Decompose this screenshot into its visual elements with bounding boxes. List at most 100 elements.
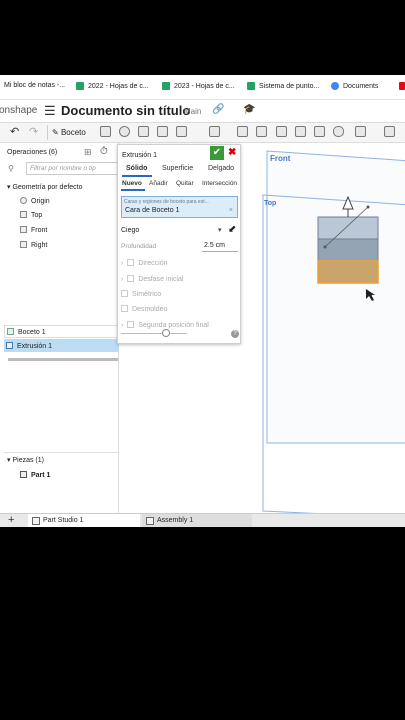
depth-field[interactable]: 2.5 cm [204,242,225,249]
boolean-tool-icon[interactable] [355,126,366,137]
document-tabs-bar: + Part Studio 1 Assembly 1 [0,513,405,527]
graphics-viewport[interactable]: Front Top 1 [241,143,405,519]
chevron-down-icon[interactable]: ▾ [218,226,222,234]
cursor-index: 1 [370,294,374,300]
right-plane-label: Right [31,242,48,249]
front-plane-node[interactable]: Front [20,226,47,234]
tab-surface[interactable]: Superficie [162,165,193,172]
front-plane-shape [266,150,405,444]
link-icon[interactable]: 🔗 [212,104,224,115]
loft-tool-icon[interactable] [157,126,168,137]
bookmark-documents[interactable]: Documents [331,82,378,90]
menu-icon[interactable]: ☰ [44,104,56,117]
op-intersect[interactable]: Intersección [202,180,237,187]
add-tab-button[interactable]: + [8,514,14,527]
tab-thin[interactable]: Delgado [208,165,234,172]
pattern-tool-icon[interactable] [314,126,325,137]
default-geometry-node[interactable]: ▾ Geometría por defecto [7,183,83,191]
shell-tool-icon[interactable] [176,126,187,137]
bookmark-netflix[interactable] [399,82,405,90]
sketch-button-label: Boceto [60,128,86,137]
extrude-feature-node: Extrusión 1 [6,342,52,350]
flip-direction-icon[interactable]: ⬋ [228,224,236,235]
top-plane-node[interactable]: Top [20,211,42,219]
split-tool-icon[interactable] [384,126,395,137]
option-second-end[interactable]: › Segunda posición final [121,321,209,329]
selection-hint: Caras y regiones de boceto para ext... [124,199,209,205]
sweep-tool-icon[interactable] [138,126,149,137]
front-plane-label: Front [31,227,48,234]
option-symmetric[interactable]: Simétrico [121,290,161,298]
plane-icon [20,211,27,218]
extrude-feature-row[interactable]: Extrusión 1 [4,339,119,352]
add-folder-icon[interactable]: ⊞ [84,147,92,158]
plane-tool-icon[interactable] [276,126,287,137]
chamfer-tool-icon[interactable] [209,126,220,137]
depth-field-underline [202,251,238,252]
cylinder-tool-icon[interactable] [333,126,344,137]
fillet-tool-icon[interactable] [100,126,111,137]
rollback-timer-icon[interactable]: ⏱ [100,146,108,157]
sketch-feature-label: Boceto 1 [18,329,46,336]
part-studio-icon [32,517,40,525]
op-new-underline [121,189,145,191]
cancel-button[interactable]: ✖ [228,146,236,160]
tab-part-studio[interactable]: Part Studio 1 [28,514,140,527]
redo-icon[interactable]: ↷ [29,125,38,138]
depth-label: Profundidad [121,243,157,250]
sketch-feature-row[interactable]: Boceto 1 [4,325,119,338]
draft-tool-icon[interactable] [237,126,248,137]
origin-label: Origin [31,198,50,205]
preview-slider-knob[interactable] [162,329,170,337]
bookmark-notes[interactable]: Mi bloc de notas -... [4,82,65,89]
origin-node[interactable]: Origin [20,197,50,205]
remove-selection-icon[interactable]: × [229,207,233,214]
option-draft[interactable]: Desmoldeo [121,305,167,313]
tab-solid[interactable]: Sólido [126,165,147,172]
features-header: Operaciones (6) [7,149,58,156]
sketch-button[interactable]: ✎ Boceto [47,125,90,140]
manipulator-point [323,245,327,249]
rib-tool-icon[interactable] [256,126,267,137]
onshape-logo[interactable]: onshape [0,105,37,116]
tab-assembly[interactable]: Assembly 1 [142,514,252,527]
help-icon[interactable]: ? [231,330,239,338]
sheets-icon [76,82,84,90]
parts-header[interactable]: ▾ Piezas (1) [7,456,44,464]
tab-assembly-label: Assembly 1 [157,517,194,524]
option-start-offset[interactable]: › Desfase inicial [121,275,183,283]
bookmark-sistema[interactable]: Sistema de punto... [247,82,319,90]
top-plane-label: Top [264,200,277,207]
undo-icon[interactable]: ↶ [10,125,19,138]
sketch-face-selected [317,260,379,284]
preview-slider-track [121,333,187,334]
tab-part-studio-label: Part Studio 1 [43,517,84,524]
option-direction[interactable]: › Dirección [121,259,168,267]
rollback-bar[interactable] [8,358,118,361]
bookmarks-bar: Mi bloc de notas -... 2022 - Hojas de c.… [0,75,405,100]
mirror-tool-icon[interactable] [295,126,306,137]
ok-button[interactable]: ✔ [210,146,224,160]
branch-label[interactable]: Main [184,107,201,116]
op-remove[interactable]: Quitar [176,180,194,187]
filter-input[interactable]: Filtrar por nombre o tip [26,162,119,175]
document-title[interactable]: Documento sin título [61,103,190,118]
default-geometry-label: Geometría por defecto [12,184,83,191]
features-panel: Operaciones (6) ⊞ ⏱ ⚲ Filtrar por nombre… [4,143,119,513]
bookmark-sheets-2022[interactable]: 2022 - Hojas de c... [76,82,149,90]
bookmark-sheets-2022-label: 2022 - Hojas de c... [88,82,149,90]
bookmark-sheets-2023[interactable]: 2023 - Hojas de c... [162,82,235,90]
learning-center-icon[interactable]: 🎓 [243,104,255,115]
option-start-offset-label: Desfase inicial [138,276,184,283]
end-type-select[interactable]: Ciego [121,227,139,234]
assembly-icon [146,517,154,525]
faces-selection-box[interactable]: Caras y regiones de boceto para ext... C… [121,196,238,218]
part-item[interactable]: Part 1 [20,471,50,479]
parts-divider [4,452,119,453]
op-add[interactable]: Añadir [149,180,168,187]
revolve-tool-icon[interactable] [119,126,130,137]
bookmark-sheets-2023-label: 2023 - Hojas de c... [174,82,235,90]
right-plane-node[interactable]: Right [20,241,47,249]
bookmark-notes-label: Mi bloc de notas -... [4,82,66,89]
op-new[interactable]: Nuevo [122,180,142,187]
